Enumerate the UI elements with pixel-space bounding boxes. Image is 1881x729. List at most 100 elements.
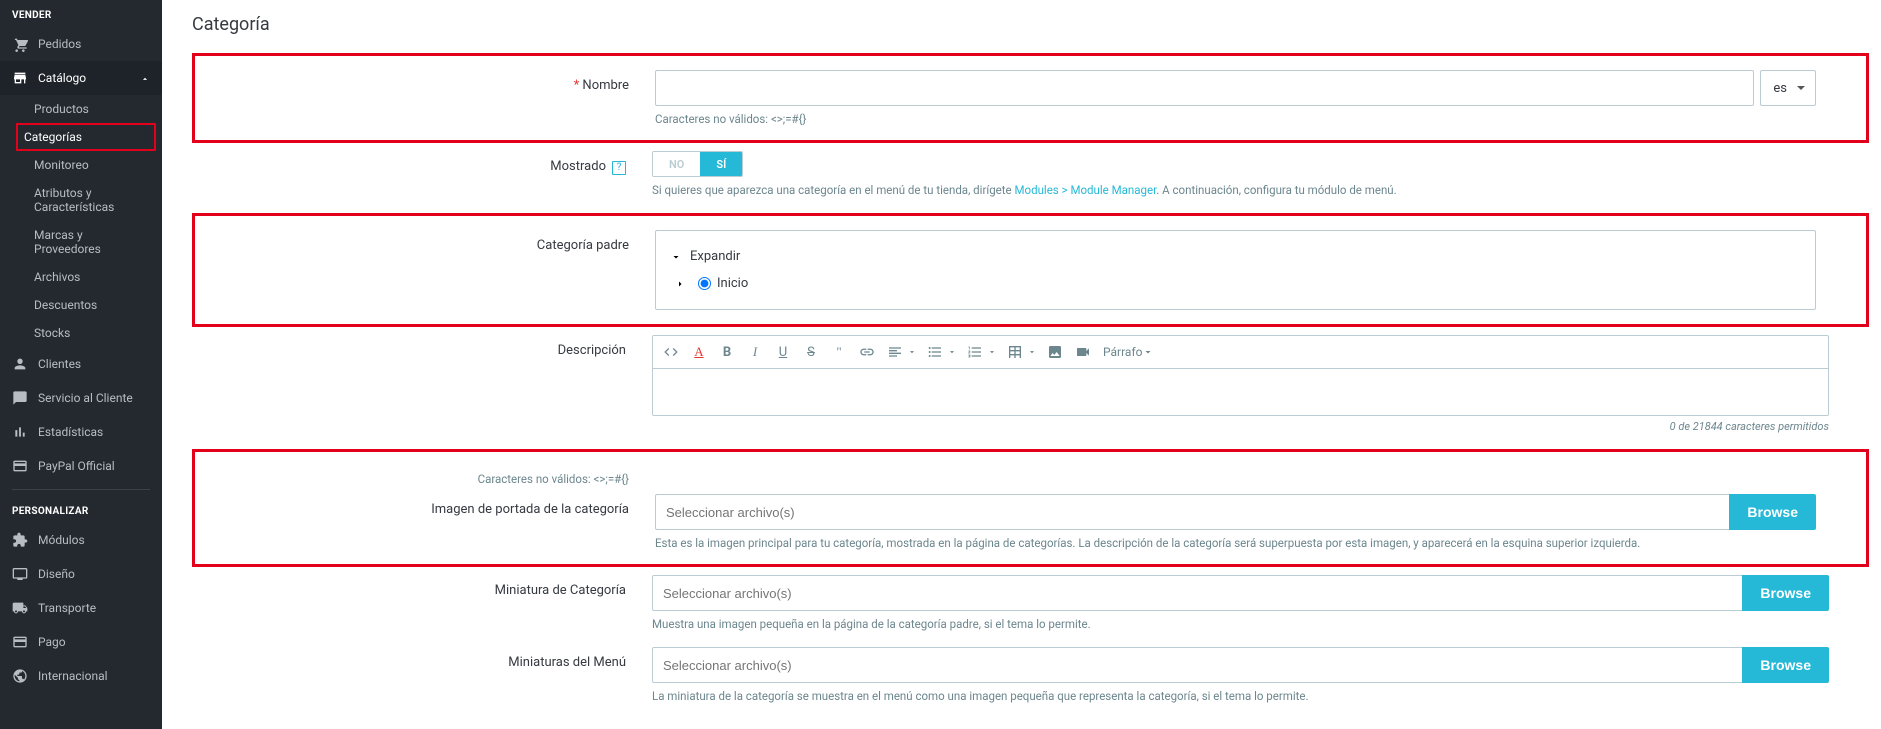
truck-icon	[12, 600, 28, 616]
globe-icon	[12, 668, 28, 684]
displayed-toggle[interactable]: NO SÍ	[652, 151, 743, 177]
tree-root[interactable]: Inicio	[670, 270, 1801, 297]
sidebar-item-payment[interactable]: Pago	[0, 625, 162, 659]
sidebar-item-paypal[interactable]: PayPal Official	[0, 449, 162, 483]
card-icon	[12, 634, 28, 650]
main-content: Categoría * Nombre es Caracteres no váli…	[162, 0, 1881, 729]
label-description: Descripción	[192, 335, 652, 358]
tree-root-radio[interactable]	[698, 277, 711, 290]
sidebar-item-label: Diseño	[38, 567, 75, 581]
submenu-monitoring[interactable]: Monitoreo	[34, 151, 162, 179]
menu-thumb-file-input[interactable]	[652, 647, 1742, 683]
align-icon[interactable]	[883, 340, 907, 364]
sidebar-item-label: Servicio al Cliente	[38, 391, 133, 405]
rte-toolbar: A B I U S " Párrafo	[652, 335, 1829, 368]
category-tree: Expandir Inicio	[655, 230, 1816, 310]
italic-icon[interactable]: I	[743, 340, 767, 364]
sidebar-item-stats[interactable]: Estadísticas	[0, 415, 162, 449]
name-help: Caracteres no válidos: <>;=#{}	[655, 112, 1816, 126]
toggle-yes[interactable]: SÍ	[700, 152, 742, 177]
strike-icon[interactable]: S	[799, 340, 823, 364]
align-dropdown-icon[interactable]	[905, 340, 919, 364]
modules-link[interactable]: Modules > Module Manager	[1014, 183, 1156, 197]
sidebar-item-orders[interactable]: Pedidos	[0, 27, 162, 61]
image-icon[interactable]	[1043, 340, 1067, 364]
language-select[interactable]: es	[1760, 70, 1816, 106]
table-dropdown-icon[interactable]	[1025, 340, 1039, 364]
name-input[interactable]	[655, 70, 1754, 106]
char-counter: 0 de 21844 caracteres permitidos	[652, 420, 1829, 433]
chat-icon	[12, 390, 28, 406]
tree-expand[interactable]: Expandir	[670, 243, 1801, 270]
submenu-files[interactable]: Archivos	[34, 263, 162, 291]
link-icon[interactable]	[855, 340, 879, 364]
sidebar-item-customers[interactable]: Clientes	[0, 347, 162, 381]
cover-browse-button[interactable]: Browse	[1729, 494, 1816, 530]
bullet-dropdown-icon[interactable]	[945, 340, 959, 364]
sidebar-section-customize: PERSONALIZAR	[0, 496, 162, 523]
puzzle-icon	[12, 532, 28, 548]
sidebar-item-design[interactable]: Diseño	[0, 557, 162, 591]
bullet-list-icon[interactable]	[923, 340, 947, 364]
submenu-brands[interactable]: Marcas y Proveedores	[34, 221, 162, 263]
cart-icon	[12, 36, 28, 52]
catalog-submenu: Productos Categorías Monitoreo Atributos…	[0, 95, 162, 347]
submenu-attributes[interactable]: Atributos y Características	[34, 179, 162, 221]
sidebar-item-label: Transporte	[38, 601, 96, 615]
bold-icon[interactable]: B	[715, 340, 739, 364]
label-thumb: Miniatura de Categoría	[192, 575, 652, 598]
cover-help: Esta es la imagen principal para tu cate…	[655, 536, 1816, 550]
row-thumb: Miniatura de Categoría Browse Muestra un…	[192, 575, 1869, 631]
text-color-icon[interactable]: A	[687, 340, 711, 364]
sidebar-item-label: Internacional	[38, 669, 108, 683]
description-editor[interactable]	[652, 368, 1829, 416]
numbered-dropdown-icon[interactable]	[985, 340, 999, 364]
submenu-discounts[interactable]: Descuentos	[34, 291, 162, 319]
sidebar-item-label: Catálogo	[38, 71, 86, 85]
sidebar-divider	[12, 489, 150, 490]
thumb-browse-button[interactable]: Browse	[1742, 575, 1829, 611]
monitor-icon	[12, 566, 28, 582]
sidebar-item-catalog[interactable]: Catálogo	[0, 61, 162, 95]
cover-invalid: Caracteres no válidos: <>;=#{}	[195, 472, 629, 486]
menu-thumb-browse-button[interactable]: Browse	[1742, 647, 1829, 683]
menu-thumb-help: La miniatura de la categoría se muestra …	[652, 689, 1829, 703]
paragraph-select[interactable]: Párrafo	[1099, 345, 1158, 359]
submenu-products[interactable]: Productos	[34, 95, 162, 123]
numbered-list-icon[interactable]	[963, 340, 987, 364]
store-icon	[12, 70, 28, 86]
card-icon	[12, 458, 28, 474]
table-icon[interactable]	[1003, 340, 1027, 364]
thumb-file-input[interactable]	[652, 575, 1742, 611]
sidebar-item-modules[interactable]: Módulos	[0, 523, 162, 557]
sidebar-section-sell: VENDER	[0, 0, 162, 27]
sidebar-item-label: Estadísticas	[38, 425, 103, 439]
sidebar-item-intl[interactable]: Internacional	[0, 659, 162, 693]
blockquote-icon[interactable]: "	[827, 340, 851, 364]
toggle-no[interactable]: NO	[653, 152, 700, 177]
displayed-help: Si quieres que aparezca una categoría en…	[652, 183, 1829, 197]
row-name: * Nombre es Caracteres no válidos: <>;=#…	[192, 53, 1869, 143]
label-cover: Caracteres no válidos: <>;=#{} Imagen de…	[195, 466, 655, 517]
sidebar-item-service[interactable]: Servicio al Cliente	[0, 381, 162, 415]
sidebar-item-shipping[interactable]: Transporte	[0, 591, 162, 625]
chevron-down-icon	[670, 251, 682, 263]
code-icon[interactable]	[659, 340, 683, 364]
underline-icon[interactable]: U	[771, 340, 795, 364]
stats-icon	[12, 424, 28, 440]
label-displayed: Mostrado?	[192, 151, 652, 175]
video-icon[interactable]	[1071, 340, 1095, 364]
thumb-help: Muestra una imagen pequeña en la página …	[652, 617, 1829, 631]
sidebar-item-label: Clientes	[38, 357, 81, 371]
chevron-right-icon	[674, 278, 686, 290]
submenu-stocks[interactable]: Stocks	[34, 319, 162, 347]
cover-file-input[interactable]	[655, 494, 1729, 530]
row-cover: Caracteres no válidos: <>;=#{} Imagen de…	[192, 449, 1869, 567]
chevron-up-icon	[140, 73, 150, 83]
label-name: * Nombre	[195, 70, 655, 93]
row-menu-thumb: Miniaturas del Menú Browse La miniatura …	[192, 647, 1869, 703]
row-description: Descripción A B I U S "	[192, 335, 1869, 433]
help-icon[interactable]: ?	[612, 161, 626, 175]
submenu-categories[interactable]: Categorías	[16, 123, 156, 151]
label-parent: Categoría padre	[195, 230, 655, 253]
